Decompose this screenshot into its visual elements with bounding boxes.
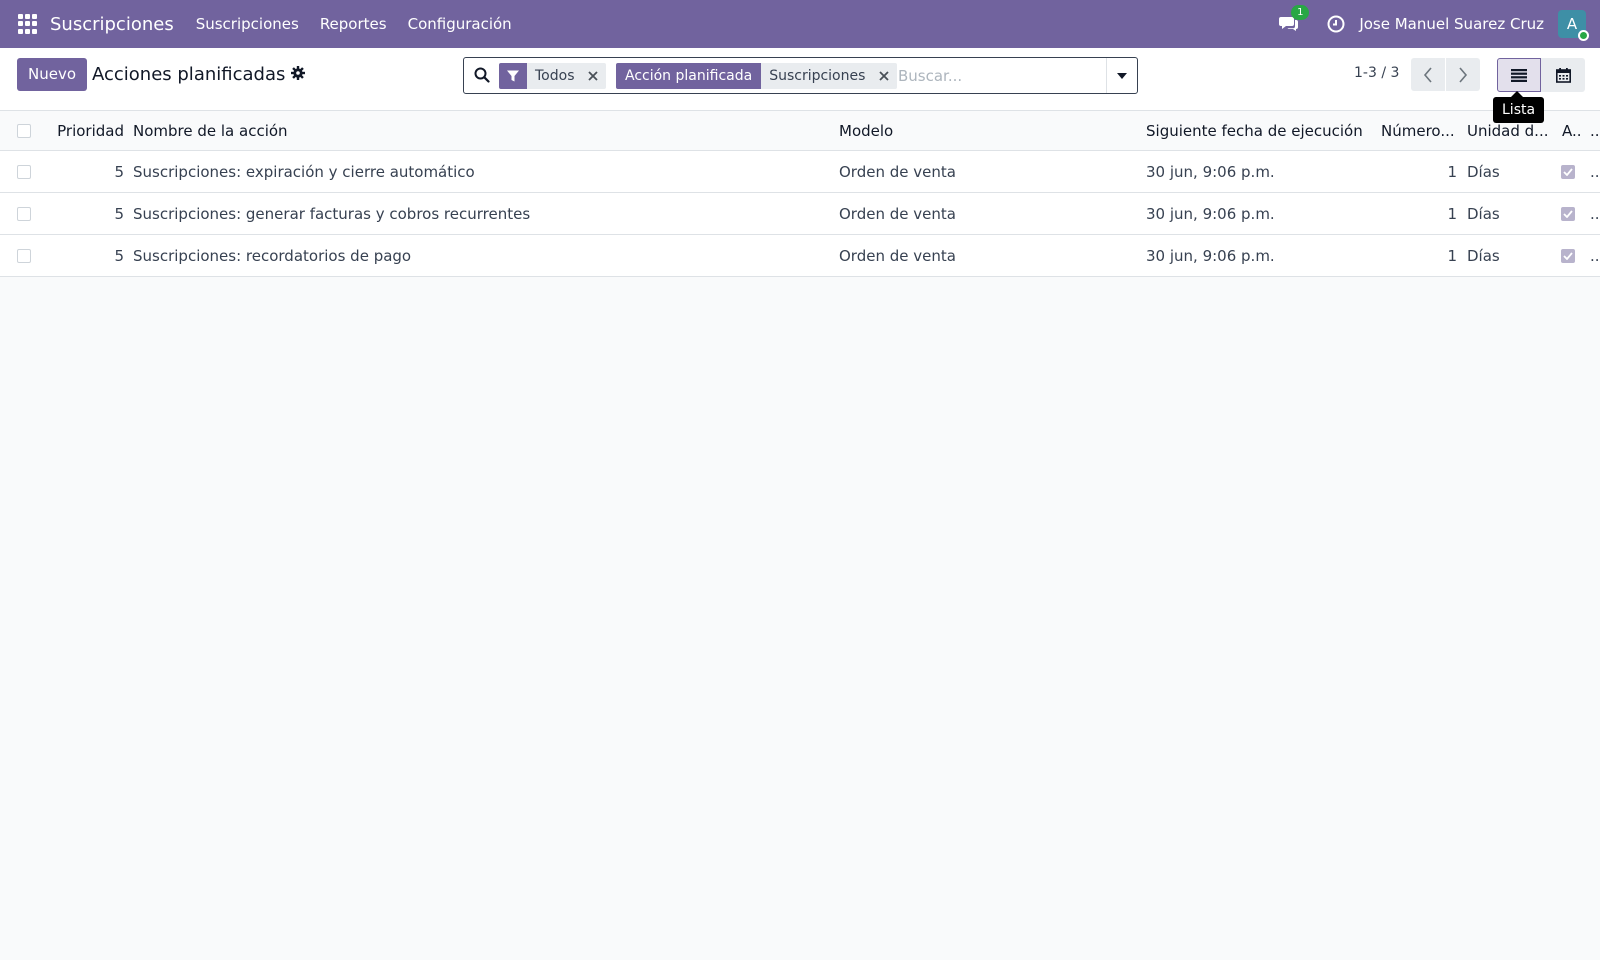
row-checkbox[interactable]: [17, 248, 31, 263]
select-all-cell: [17, 111, 37, 150]
groupby-facet: Acción planificada Suscripciones: [616, 63, 898, 89]
unit-cell: Días: [1467, 204, 1500, 223]
more-cell: ..: [1590, 162, 1600, 181]
table-row[interactable]: 5 Suscripciones: expiración y cierre aut…: [0, 151, 1600, 193]
table-header-row: Prioridad Nombre de la acción Modelo Sig…: [0, 111, 1600, 151]
user-avatar[interactable]: A: [1558, 10, 1589, 41]
pager-next-button[interactable]: [1446, 58, 1480, 91]
column-header-number[interactable]: Número...: [1381, 111, 1457, 150]
column-header-next-date[interactable]: Siguiente fecha de ejecución: [1146, 111, 1376, 150]
search-input[interactable]: [898, 64, 1098, 88]
control-panel: Nuevo Acciones planificadas Todos Acción…: [0, 48, 1600, 111]
groupby-facet-label: Acción planificada: [616, 63, 762, 89]
unit-cell: Días: [1467, 162, 1500, 181]
action-name-cell: Suscripciones: expiración y cierre autom…: [133, 162, 475, 181]
model-cell: Orden de venta: [839, 246, 956, 265]
apps-menu-icon[interactable]: [18, 14, 38, 34]
row-select-cell: [17, 151, 37, 192]
number-cell: 1: [1447, 162, 1457, 181]
active-checkbox: [1561, 164, 1575, 179]
list-view-button[interactable]: [1497, 58, 1541, 92]
messages-button[interactable]: 1: [1279, 5, 1310, 35]
filter-facet-remove-icon[interactable]: [582, 63, 607, 89]
pager-previous-button[interactable]: [1411, 58, 1445, 91]
row-checkbox[interactable]: [17, 164, 31, 179]
action-name-cell: Suscripciones: generar facturas y cobros…: [133, 204, 531, 223]
priority-cell: 5: [114, 204, 124, 223]
messages-count-badge: 1: [1291, 5, 1310, 20]
more-cell: ..: [1590, 204, 1600, 223]
active-checkbox: [1561, 248, 1575, 263]
menu-item-configuracion[interactable]: Configuración: [408, 15, 512, 33]
gear-icon[interactable]: [291, 66, 305, 80]
priority-cell: 5: [114, 162, 124, 181]
column-header-action-name[interactable]: Nombre de la acción: [133, 111, 823, 150]
clock-icon[interactable]: [1327, 15, 1345, 33]
next-date-cell: 30 jun, 9:06 p.m.: [1146, 246, 1275, 265]
more-cell: ..: [1590, 246, 1600, 265]
unit-cell: Días: [1467, 246, 1500, 265]
select-all-checkbox[interactable]: [17, 123, 31, 138]
new-button[interactable]: Nuevo: [17, 58, 88, 91]
active-cell: [1561, 235, 1587, 276]
model-cell: Orden de venta: [839, 162, 956, 181]
active-cell: [1561, 193, 1587, 234]
page-title: Acciones planificadas: [92, 64, 286, 85]
active-checkbox: [1561, 206, 1575, 221]
number-cell: 1: [1447, 246, 1457, 265]
row-select-cell: [17, 193, 37, 234]
main-menu: Suscripciones Reportes Configuración: [196, 15, 533, 33]
model-cell: Orden de venta: [839, 204, 956, 223]
chevron-left-icon: [1423, 66, 1432, 83]
row-select-cell: [17, 235, 37, 276]
number-cell: 1: [1447, 204, 1457, 223]
user-menu-name[interactable]: Jose Manuel Suarez Cruz: [1359, 15, 1544, 33]
row-checkbox[interactable]: [17, 206, 31, 221]
search-icon[interactable]: [474, 67, 490, 83]
search-options-toggle[interactable]: [1106, 58, 1137, 93]
filter-facet-value: Todos: [527, 63, 583, 89]
list-icon: [1511, 68, 1527, 82]
chevron-right-icon: [1459, 66, 1468, 83]
column-header-active[interactable]: A..: [1562, 111, 1588, 150]
next-date-cell: 30 jun, 9:06 p.m.: [1146, 162, 1275, 181]
menu-item-suscripciones[interactable]: Suscripciones: [196, 15, 299, 33]
priority-cell: 5: [114, 246, 124, 265]
active-cell: [1561, 151, 1587, 192]
menu-item-reportes[interactable]: Reportes: [320, 15, 387, 33]
caret-down-icon: [1117, 72, 1127, 79]
action-name-cell: Suscripciones: recordatorios de pago: [133, 246, 412, 265]
column-header-model[interactable]: Modelo: [839, 111, 1139, 150]
search-bar: Todos Acción planificada Suscripciones: [463, 57, 1138, 94]
calendar-icon: [1555, 67, 1571, 83]
table-row[interactable]: 5 Suscripciones: generar facturas y cobr…: [0, 193, 1600, 235]
navbar-systray: 1 Jose Manuel Suarez Cruz A: [1279, 0, 1600, 48]
list-table: Prioridad Nombre de la acción Modelo Sig…: [0, 111, 1600, 277]
view-tooltip: Lista: [1493, 91, 1545, 123]
groupby-facet-remove-icon[interactable]: [873, 63, 898, 89]
calendar-view-button[interactable]: [1541, 58, 1585, 92]
app-brand[interactable]: Suscripciones: [50, 14, 174, 35]
groupby-facet-value: Suscripciones: [761, 63, 874, 89]
filter-icon: [499, 63, 527, 89]
top-navbar: Suscripciones Suscripciones Reportes Con…: [0, 0, 1600, 48]
online-status-dot: [1578, 30, 1589, 41]
column-header-more[interactable]: ..: [1590, 111, 1600, 150]
next-date-cell: 30 jun, 9:06 p.m.: [1146, 204, 1275, 223]
avatar-initial: A: [1566, 15, 1578, 33]
column-header-priority[interactable]: Prioridad: [56, 111, 124, 150]
table-row[interactable]: 5 Suscripciones: recordatorios de pago O…: [0, 235, 1600, 277]
pager-value[interactable]: 1-3 / 3: [1354, 65, 1399, 81]
filter-facet: Todos: [499, 63, 607, 89]
